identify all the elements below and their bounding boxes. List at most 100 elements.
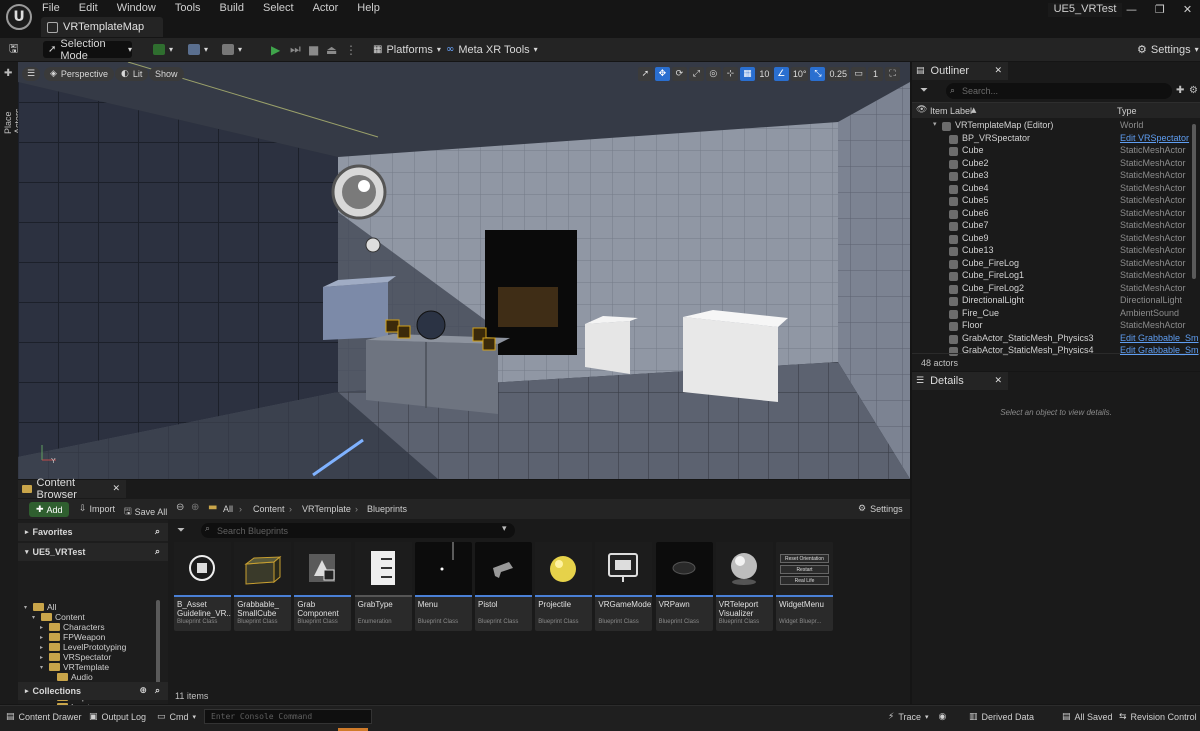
expand-chevron-icon[interactable]: ▸ [40,634,46,641]
outliner-row[interactable]: Floor StaticMeshActor [912,320,1192,333]
viewport-options-button[interactable]: ☰ [22,67,40,81]
asset-search-input[interactable]: Search Blueprints [201,523,515,538]
folder-tree-item[interactable]: ▸ FPWeapon [40,632,105,642]
outliner-row[interactable]: Cube6 StaticMeshActor [912,208,1192,221]
outliner-row[interactable]: Cube13 StaticMeshActor [912,245,1192,258]
expand-chevron-icon[interactable]: ▸ [40,654,46,661]
folder-tree-item[interactable]: ▾ Content [32,612,85,622]
asset-tile[interactable]: Projectile Blueprint Class [535,542,593,631]
scale-snap-icon[interactable]: ⤡ [810,67,826,81]
step-icon[interactable]: ⏭ [290,41,301,58]
unreal-logo-icon[interactable]: U [6,4,32,30]
outliner-row[interactable]: DirectionalLight DirectionalLight [912,295,1192,308]
asset-tile[interactable]: Grabbable_ SmallCube Blueprint Class [234,542,292,631]
tab-content-browser[interactable]: Content Browser ✕ [18,477,126,501]
revision-control-button[interactable]: ⇆ Revision Control [1119,712,1197,722]
all-saved-button[interactable]: ▤ All Saved [1062,712,1113,722]
asset-tile[interactable]: Menu Blueprint Class [414,542,472,631]
add-filter-icon[interactable]: ✚ [1176,85,1184,96]
search-icon[interactable]: ⌕ [155,686,160,696]
show-button[interactable]: Show [149,67,184,81]
asset-tile[interactable]: GrabType Enumeration [354,542,412,631]
tab-map[interactable]: VRTemplateMap [41,17,163,37]
import-button[interactable]: ⇩ Import [79,504,115,514]
breadcrumb-vrtemplate[interactable]: VRTemplate [302,504,351,514]
cmd-dropdown[interactable]: ▭ Cmd ▾ [157,712,196,722]
lit-button[interactable]: ◐ Lit [115,67,149,81]
minimize-icon[interactable]: — [1126,3,1137,16]
console-input[interactable]: Enter Console Command [204,709,372,724]
selection-mode-dropdown[interactable]: ➚ Selection Mode ▾ [43,38,132,62]
close-tab-icon[interactable]: ✕ [112,484,120,494]
filter-icon[interactable]: ⏷ [177,525,185,536]
scale-icon[interactable]: ⤢ [688,67,704,81]
folder-tree-item[interactable]: ▸ VRSpectator [40,652,111,662]
save-all-button[interactable]: 🖫 Save All [124,504,167,520]
outliner-search-input[interactable]: Search... [946,83,1172,99]
edit-blueprint-link[interactable]: Edit Grabbable_Sm [1120,333,1199,343]
search-icon[interactable]: ⌕ [155,527,160,537]
rotation-snap-value[interactable]: 10° [790,67,809,81]
perspective-button[interactable]: ◈ Perspective [44,67,114,81]
edit-blueprint-link[interactable]: Edit VRSpectator [1120,133,1189,143]
expand-chevron-icon[interactable]: ▾ [24,604,30,611]
outliner-row[interactable]: ▾ VRTemplateMap (Editor) World [912,120,1192,133]
column-item-label[interactable]: Item Label [930,106,972,116]
more-options-icon[interactable]: ⋮ [345,41,357,58]
asset-tile[interactable]: B_Asset Guideline_VR... Blueprint Class [174,542,231,631]
expand-chevron-icon[interactable]: ▸ [40,644,46,651]
menu-file[interactable]: File [42,2,60,14]
menu-help[interactable]: Help [357,2,380,14]
asset-tile[interactable]: Grab Component Blueprint Class [294,542,352,631]
blueprints-button[interactable]: ▾ [188,41,208,58]
add-button[interactable]: ✚ Add [29,502,69,517]
settings-dropdown[interactable]: ⚙ Settings ▾ [1137,41,1199,58]
favorites-header[interactable]: ▸ Favorites ⌕ [18,523,168,541]
outliner-row[interactable]: Cube9 StaticMeshActor [912,233,1192,246]
close-tab-icon[interactable]: ✕ [994,66,1002,76]
outliner-row[interactable]: Cube_FireLog2 StaticMeshActor [912,283,1192,296]
project-header[interactable]: ▾ UE5_VRTest ⌕ [18,543,168,561]
rotation-snap-icon[interactable]: ∠ [773,67,789,81]
outliner-row[interactable]: GrabActor_StaticMesh_Physics3 Edit Grabba… [912,333,1199,346]
expand-chevron-icon[interactable]: ▾ [40,664,46,671]
outliner-row[interactable]: Cube_FireLog1 StaticMeshActor [912,270,1192,283]
trace-button[interactable]: ⚡ Trace ▾ ◉ [888,712,946,722]
outliner-row[interactable]: Cube4 StaticMeshActor [912,183,1192,196]
scene-render[interactable]: Y [18,62,910,479]
outliner-row[interactable]: Cube_FireLog StaticMeshActor [912,258,1192,271]
derived-data-button[interactable]: ▥ Derived Data [969,712,1034,722]
chevron-down-icon[interactable]: ▾ [502,524,507,534]
tab-outliner[interactable]: ▤ Outliner ✕ [912,62,1008,80]
expand-chevron-icon[interactable]: ▸ [40,624,46,631]
asset-tile[interactable]: VRPawn Blueprint Class [655,542,713,631]
menu-edit[interactable]: Edit [79,2,98,14]
outliner-row[interactable]: Cube3 StaticMeshActor [912,170,1192,183]
tab-details[interactable]: ☰ Details ✕ [912,372,1008,390]
platforms-dropdown[interactable]: ▦ Platforms ▾ [373,41,441,58]
content-drawer-button[interactable]: ▤ Content Drawer [6,712,82,722]
breadcrumb-all[interactable]: All [223,504,233,514]
menu-actor[interactable]: Actor [313,2,339,14]
place-actors-icon[interactable]: ✚ [4,68,12,79]
filter-icon[interactable]: ⏷ [920,85,928,96]
forward-icon[interactable]: ⊕ [191,502,199,513]
eject-icon[interactable]: ⏏ [326,41,337,58]
close-tab-icon[interactable]: ✕ [994,376,1002,386]
camera-speed-value[interactable]: 1 [868,67,883,81]
camera-speed-icon[interactable]: ▭ [851,67,866,81]
outliner-row[interactable]: Cube7 StaticMeshActor [912,220,1192,233]
folder-tree-item[interactable]: ▸ Characters [40,622,105,632]
record-icon[interactable]: ◉ [939,712,947,722]
level-viewport[interactable]: Y ☰ ◈ Perspective ◐ Lit Show ➚ ✥ ⟳ ⤢ ◎ ⊹… [18,62,910,479]
meta-xr-tools-dropdown[interactable]: ∞ Meta XR Tools ▾ [446,41,538,58]
folder-tree-item[interactable]: ▸ LevelPrototyping [40,642,126,652]
outliner-row[interactable]: BP_VRSpectator Edit VRSpectator [912,133,1192,146]
play-icon[interactable]: ▶ [271,41,280,58]
expand-chevron-icon[interactable]: ▾ [32,614,38,621]
folder-tree-item[interactable]: Audio [48,672,93,682]
close-window-icon[interactable]: ✕ [1183,3,1192,16]
cinematics-button[interactable]: ▾ [222,41,242,58]
select-mode-icon[interactable]: ➚ [637,67,653,81]
back-icon[interactable]: ⊖ [176,502,184,513]
